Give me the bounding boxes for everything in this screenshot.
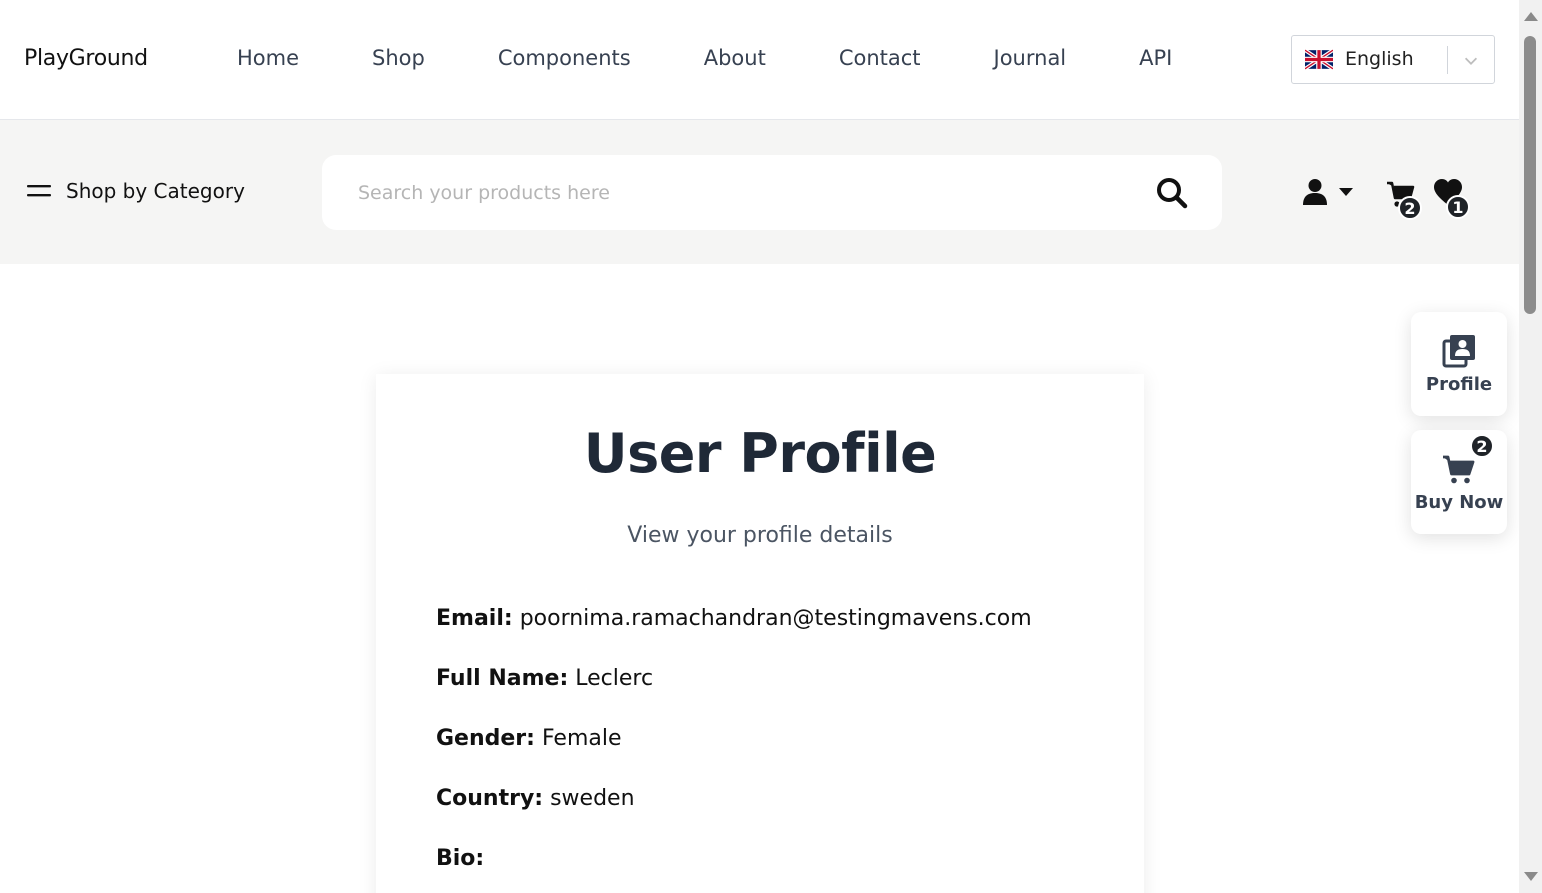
user-icon — [1303, 179, 1327, 205]
profile-card-icon — [1442, 335, 1475, 368]
profile-field-email: Email: poornima.ramachandran@testingmave… — [436, 606, 1032, 631]
wishlist-button[interactable]: 1 — [1433, 178, 1470, 219]
nav-about[interactable]: About — [704, 46, 766, 70]
scroll-down-arrow-icon[interactable] — [1524, 872, 1538, 881]
field-label: Country: — [436, 786, 544, 811]
main-nav: Home Shop Components About Contact Journ… — [237, 46, 1172, 70]
language-select[interactable]: English — [1291, 35, 1495, 84]
top-navbar: PlayGround Home Shop Components About Co… — [0, 0, 1519, 120]
nav-journal[interactable]: Journal — [994, 46, 1067, 70]
search-icon[interactable] — [1155, 176, 1189, 210]
caret-down-icon — [1339, 188, 1353, 196]
cart-count-badge: 2 — [1398, 196, 1422, 220]
user-profile-card: User Profile View your profile details E… — [376, 374, 1144, 893]
nav-shop[interactable]: Shop — [372, 46, 425, 70]
search-bar-section: Shop by Category 2 — [0, 120, 1519, 264]
buy-now-count-badge: 2 — [1470, 434, 1494, 458]
profile-field-full-name: Full Name: Leclerc — [436, 666, 653, 691]
page-scrollbar[interactable] — [1519, 0, 1542, 893]
select-divider — [1447, 46, 1448, 74]
field-value: Leclerc — [575, 666, 654, 691]
field-label: Gender: — [436, 726, 535, 751]
field-value: Female — [541, 726, 622, 751]
scrollbar-thumb[interactable] — [1524, 36, 1536, 314]
language-label: English — [1345, 48, 1414, 70]
cart-button[interactable]: 2 — [1386, 180, 1422, 220]
page: PlayGround Home Shop Components About Co… — [0, 0, 1519, 893]
uk-flag-icon — [1305, 49, 1333, 70]
wishlist-count-badge: 1 — [1446, 195, 1470, 219]
nav-components[interactable]: Components — [498, 46, 631, 70]
field-value: sweden — [550, 786, 635, 811]
field-value: poornima.ramachandran@testingmavens.com — [519, 606, 1032, 631]
hamburger-menu-icon — [27, 185, 51, 197]
page-title: User Profile — [583, 422, 937, 485]
nav-api[interactable]: API — [1139, 46, 1172, 70]
brand-logo[interactable]: PlayGround — [24, 46, 148, 71]
profile-field-gender: Gender: Female — [436, 726, 622, 751]
floating-profile-button[interactable]: Profile — [1411, 312, 1507, 416]
profile-label: Profile — [1425, 374, 1493, 395]
field-label: Full Name: — [436, 666, 569, 691]
search-input[interactable] — [358, 175, 1118, 211]
nav-home[interactable]: Home — [237, 46, 299, 70]
shop-by-category-button[interactable]: Shop by Category — [27, 179, 245, 203]
search-box — [322, 155, 1222, 230]
floating-buy-now-button[interactable]: 2 Buy Now — [1411, 430, 1507, 534]
buy-now-label: Buy Now — [1414, 492, 1504, 513]
page-subtitle: View your profile details — [627, 523, 893, 548]
field-label: Bio: — [436, 846, 485, 871]
scroll-up-arrow-icon[interactable] — [1524, 12, 1538, 21]
profile-field-country: Country: sweden — [436, 786, 635, 811]
nav-contact[interactable]: Contact — [839, 46, 921, 70]
profile-field-bio: Bio: — [436, 846, 484, 871]
chevron-down-icon[interactable] — [1462, 52, 1480, 70]
category-label: Shop by Category — [66, 179, 245, 203]
user-menu[interactable] — [1302, 178, 1354, 206]
cart-icon — [1443, 455, 1475, 484]
field-label: Email: — [436, 606, 513, 631]
